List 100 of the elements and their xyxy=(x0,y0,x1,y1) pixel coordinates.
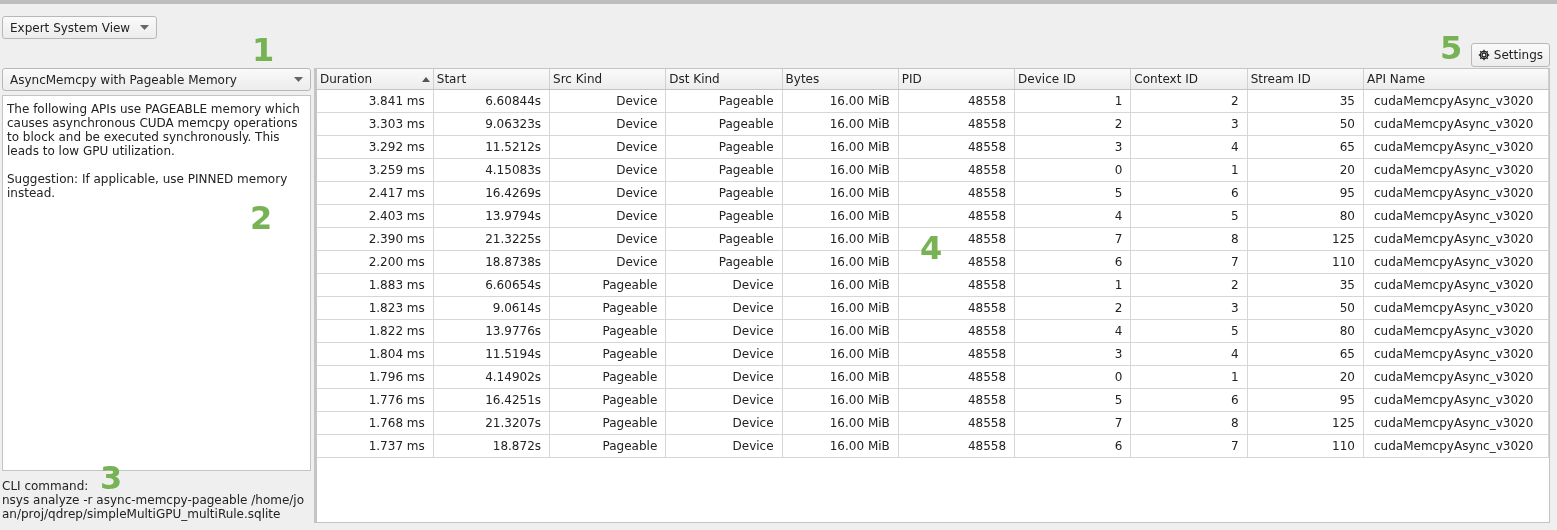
table-cell: 125 xyxy=(1247,227,1364,251)
table-cell: Device xyxy=(549,250,666,274)
table-cell: 5 xyxy=(1130,319,1248,343)
table-cell: 3.259 ms xyxy=(317,158,434,182)
column-header[interactable]: Device ID xyxy=(1014,69,1131,90)
table-cell: 48558 xyxy=(898,388,1015,412)
column-header[interactable]: PID xyxy=(898,69,1015,90)
column-header[interactable]: Context ID xyxy=(1130,69,1248,90)
table-cell: 16.00 MiB xyxy=(782,112,899,136)
table-cell: 6 xyxy=(1130,388,1248,412)
table-cell: 7 xyxy=(1014,227,1131,251)
table-cell: 21.3225s xyxy=(433,227,550,251)
table-cell: 5 xyxy=(1014,388,1131,412)
table-cell: cudaMemcpyAsync_v3020 xyxy=(1363,365,1549,389)
table-cell: 1 xyxy=(1130,158,1248,182)
table-cell: 110 xyxy=(1247,250,1364,274)
table-cell: 16.00 MiB xyxy=(782,411,899,435)
table-cell: cudaMemcpyAsync_v3020 xyxy=(1363,135,1549,159)
table-cell: 65 xyxy=(1247,135,1364,159)
table-cell: 16.00 MiB xyxy=(782,273,899,297)
table-cell: 2.390 ms xyxy=(317,227,434,251)
table-cell: Device xyxy=(665,342,783,366)
table-cell: cudaMemcpyAsync_v3020 xyxy=(1363,181,1549,205)
settings-button[interactable]: Settings xyxy=(1470,42,1550,67)
table-cell: Pageable xyxy=(665,250,783,274)
table-cell: 48558 xyxy=(898,181,1015,205)
table-cell: 50 xyxy=(1247,296,1364,320)
table-cell: 9.06323s xyxy=(433,112,550,136)
table-cell: Device xyxy=(665,411,783,435)
table-cell: 125 xyxy=(1247,411,1364,435)
table-cell: 2.200 ms xyxy=(317,250,434,274)
table-cell: cudaMemcpyAsync_v3020 xyxy=(1363,158,1549,182)
table-cell: 16.00 MiB xyxy=(782,250,899,274)
table-cell: 2.403 ms xyxy=(317,204,434,228)
table-cell: 16.4269s xyxy=(433,181,550,205)
table-cell: 1.768 ms xyxy=(317,411,434,435)
table-cell: 1.804 ms xyxy=(317,342,434,366)
table-cell: 16.00 MiB xyxy=(782,204,899,228)
table-cell: 80 xyxy=(1247,204,1364,228)
description-text: The following APIs use PAGEABLE memory which causes asynchronous CUDA memcpy operations to block and be executed synchronously. This leads to low GPU utilization. xyxy=(7,102,301,158)
table-cell: 1.776 ms xyxy=(317,388,434,412)
table-cell: 16.00 MiB xyxy=(782,365,899,389)
table-cell: 95 xyxy=(1247,181,1364,205)
table-cell: 48558 xyxy=(898,89,1015,113)
table-cell: 6.60654s xyxy=(433,273,550,297)
cli-label: CLI command: xyxy=(2,479,90,493)
table-cell: 35 xyxy=(1247,89,1364,113)
table-cell: Pageable xyxy=(665,89,783,113)
table-cell: 80 xyxy=(1247,319,1364,343)
table-cell: 16.00 MiB xyxy=(782,227,899,251)
table-cell: cudaMemcpyAsync_v3020 xyxy=(1363,227,1549,251)
table-cell: 20 xyxy=(1247,158,1364,182)
table-cell: 2.417 ms xyxy=(317,181,434,205)
table-cell: 4 xyxy=(1130,342,1248,366)
table-cell: 16.00 MiB xyxy=(782,296,899,320)
table-cell: 4 xyxy=(1130,135,1248,159)
table-cell: 48558 xyxy=(898,342,1015,366)
column-header[interactable]: API Name xyxy=(1363,69,1549,90)
table-cell: 48558 xyxy=(898,273,1015,297)
column-header[interactable]: Src Kind xyxy=(549,69,666,90)
table-cell: Pageable xyxy=(549,411,666,435)
table-cell: Device xyxy=(665,434,783,458)
table-cell: cudaMemcpyAsync_v3020 xyxy=(1363,342,1549,366)
table-cell: 16.00 MiB xyxy=(782,181,899,205)
table-cell: 48558 xyxy=(898,411,1015,435)
table-cell: 3.292 ms xyxy=(317,135,434,159)
callout-number: 2 xyxy=(250,202,273,234)
table-cell: Pageable xyxy=(549,319,666,343)
table-cell: 20 xyxy=(1247,365,1364,389)
table-cell: Device xyxy=(665,273,783,297)
column-header[interactable]: Bytes xyxy=(782,69,899,90)
column-header[interactable]: Duration xyxy=(317,69,434,90)
table-cell: 35 xyxy=(1247,273,1364,297)
table-cell: Pageable xyxy=(549,388,666,412)
table-cell: 1.796 ms xyxy=(317,365,434,389)
column-header[interactable]: Stream ID xyxy=(1247,69,1364,90)
table-cell: 16.4251s xyxy=(433,388,550,412)
table-cell: 6 xyxy=(1014,434,1131,458)
table-cell: Device xyxy=(549,181,666,205)
table-cell: 13.9794s xyxy=(433,204,550,228)
table-cell: 65 xyxy=(1247,342,1364,366)
table-cell: Device xyxy=(665,388,783,412)
table-cell: 6 xyxy=(1130,181,1248,205)
view-dropdown[interactable]: Expert System View xyxy=(2,16,158,39)
table-cell: 7 xyxy=(1130,434,1248,458)
table-cell: 16.00 MiB xyxy=(782,434,899,458)
table-cell: 48558 xyxy=(898,365,1015,389)
column-header[interactable]: Start xyxy=(433,69,550,90)
table-cell: 16.00 MiB xyxy=(782,135,899,159)
table-cell: 48558 xyxy=(898,434,1015,458)
table-cell: 0 xyxy=(1014,158,1131,182)
callout-number: 5 xyxy=(1440,32,1463,64)
column-header[interactable]: Dst Kind xyxy=(665,69,783,90)
rule-dropdown[interactable]: AsyncMemcpy with Pageable Memory xyxy=(2,68,311,91)
callout-number: 1 xyxy=(252,34,275,66)
table-cell: 1 xyxy=(1014,273,1131,297)
table-cell: 6 xyxy=(1014,250,1131,274)
table-cell: Pageable xyxy=(665,181,783,205)
table-cell: 21.3207s xyxy=(433,411,550,435)
table-cell: Pageable xyxy=(665,158,783,182)
